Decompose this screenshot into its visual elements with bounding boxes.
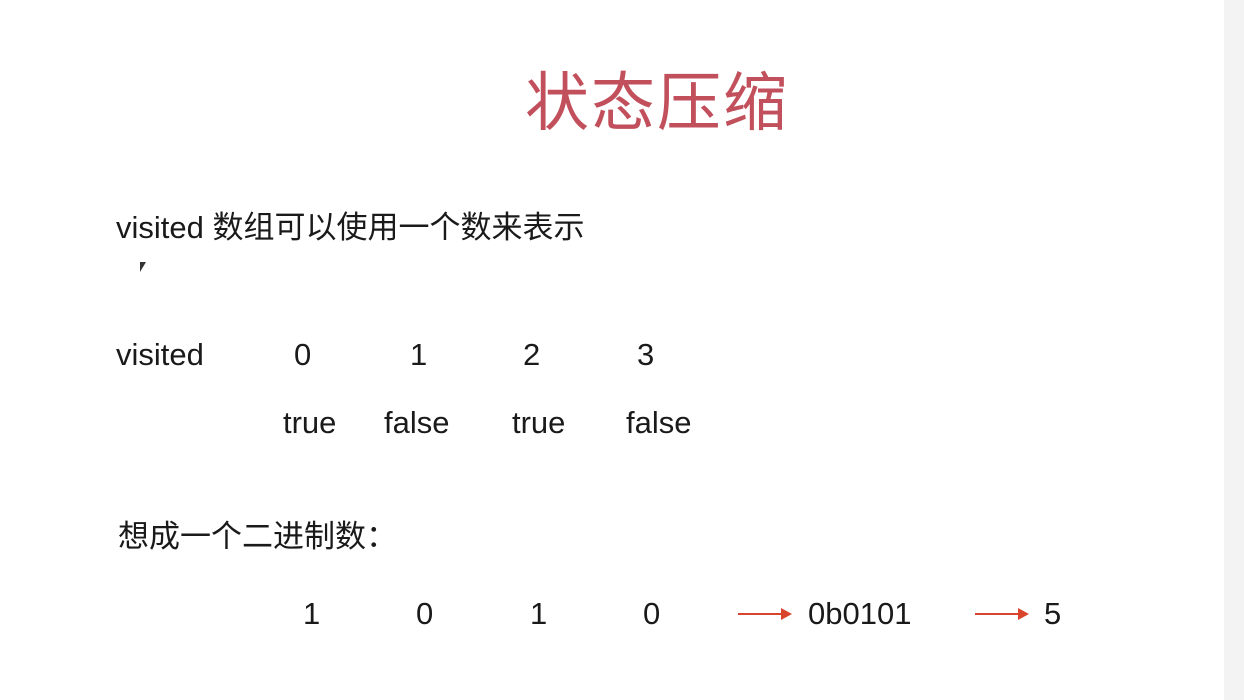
mouse-pointer-icon [140, 262, 146, 272]
bit-3: 0 [643, 596, 661, 631]
visited-label: visited [116, 337, 204, 372]
decimal-value: 5 [1044, 596, 1062, 631]
index-2: 2 [523, 337, 541, 372]
bit-0: 1 [303, 596, 321, 631]
value-1: false [384, 405, 450, 440]
value-0: true [283, 405, 337, 440]
index-3: 3 [637, 337, 655, 372]
value-2: true [512, 405, 566, 440]
slide-subtitle: visited 数组可以使用一个数来表示 [116, 210, 585, 245]
bit-1: 0 [416, 596, 434, 631]
index-1: 1 [410, 337, 428, 372]
window-edge [1224, 0, 1244, 700]
slide-title: 状态压缩 [525, 67, 789, 141]
binary-value: 0b0101 [808, 596, 912, 631]
arrow-right-icon [975, 608, 1029, 620]
binary-label: 想成一个二进制数： [118, 519, 397, 554]
slide: 状态压缩 visited 数组可以使用一个数来表示 visited 0 1 2 … [0, 0, 1224, 700]
index-0: 0 [294, 337, 312, 372]
arrow-right-icon [738, 608, 792, 620]
value-3: false [626, 405, 692, 440]
bit-2: 1 [530, 596, 548, 631]
